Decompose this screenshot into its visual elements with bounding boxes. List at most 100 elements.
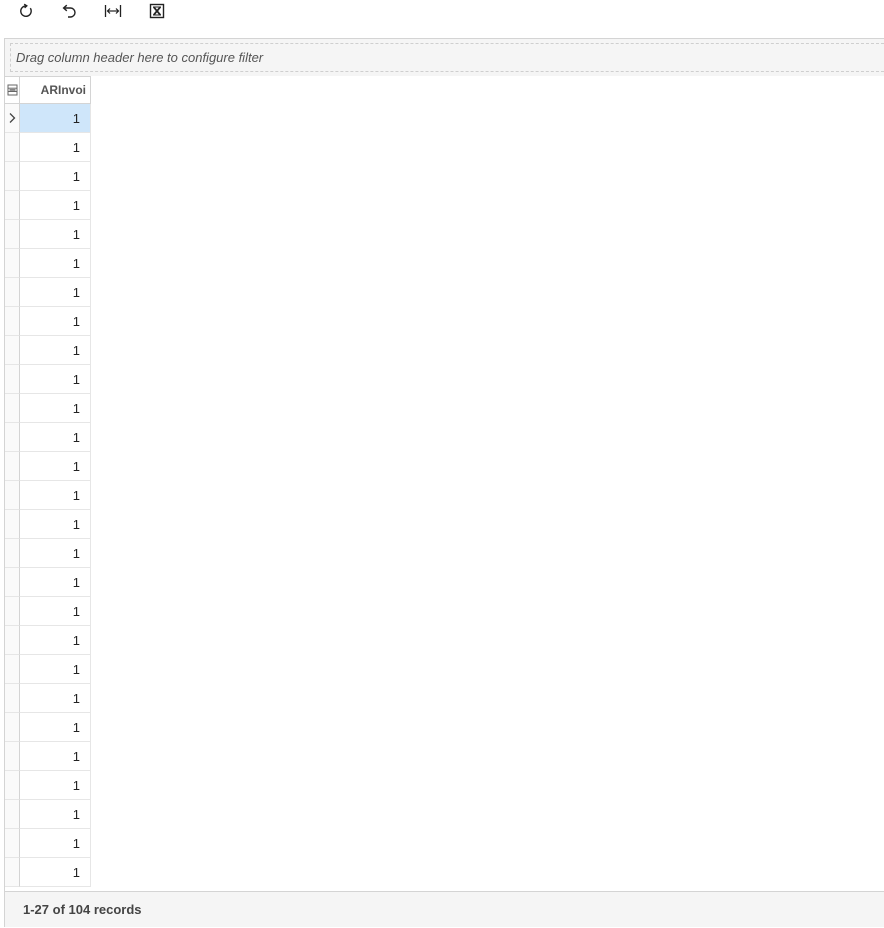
table-row[interactable]: 1 bbox=[5, 829, 91, 858]
table-cell[interactable]: 1 bbox=[20, 307, 91, 336]
row-selector[interactable] bbox=[5, 307, 20, 336]
table-row[interactable]: 1 bbox=[5, 104, 91, 133]
row-selector[interactable] bbox=[5, 365, 20, 394]
grid-footer: 1-27 of 104 records bbox=[4, 891, 884, 927]
table-cell[interactable]: 1 bbox=[20, 104, 91, 133]
table-row[interactable]: 1 bbox=[5, 133, 91, 162]
table-row[interactable]: 1 bbox=[5, 220, 91, 249]
row-selector[interactable] bbox=[5, 858, 20, 887]
table-row[interactable]: 1 bbox=[5, 481, 91, 510]
row-selector[interactable] bbox=[5, 626, 20, 655]
toolbar bbox=[0, 0, 884, 26]
chevron-right-icon bbox=[9, 113, 16, 123]
table-cell[interactable]: 1 bbox=[20, 365, 91, 394]
table-row[interactable]: 1 bbox=[5, 307, 91, 336]
table-cell[interactable]: 1 bbox=[20, 423, 91, 452]
row-selector[interactable] bbox=[5, 481, 20, 510]
row-selector[interactable] bbox=[5, 742, 20, 771]
table-cell[interactable]: 1 bbox=[20, 336, 91, 365]
row-selector[interactable] bbox=[5, 394, 20, 423]
table-row[interactable]: 1 bbox=[5, 742, 91, 771]
table-row[interactable]: 1 bbox=[5, 713, 91, 742]
table-cell[interactable]: 1 bbox=[20, 655, 91, 684]
row-selector[interactable] bbox=[5, 452, 20, 481]
table-row[interactable]: 1 bbox=[5, 858, 91, 887]
table-row[interactable]: 1 bbox=[5, 191, 91, 220]
row-selector[interactable] bbox=[5, 713, 20, 742]
table-row[interactable]: 1 bbox=[5, 510, 91, 539]
refresh-icon bbox=[20, 3, 32, 17]
column-chooser-button[interactable] bbox=[5, 77, 20, 103]
table-row[interactable]: 1 bbox=[5, 568, 91, 597]
undo-button[interactable] bbox=[58, 0, 80, 22]
table-cell[interactable]: 1 bbox=[20, 829, 91, 858]
table-row[interactable]: 1 bbox=[5, 626, 91, 655]
grid-header-row: ARInvoi bbox=[5, 76, 91, 104]
table-cell[interactable]: 1 bbox=[20, 162, 91, 191]
table-cell[interactable]: 1 bbox=[20, 684, 91, 713]
table-row[interactable]: 1 bbox=[5, 771, 91, 800]
table-row[interactable]: 1 bbox=[5, 394, 91, 423]
filter-bar: Drag column header here to configure fil… bbox=[4, 38, 884, 76]
table-row[interactable]: 1 bbox=[5, 655, 91, 684]
column-chooser-icon bbox=[7, 84, 17, 96]
excel-export-icon bbox=[149, 3, 165, 19]
row-selector[interactable] bbox=[5, 133, 20, 162]
table-cell[interactable]: 1 bbox=[20, 742, 91, 771]
table-row[interactable]: 1 bbox=[5, 278, 91, 307]
table-row[interactable]: 1 bbox=[5, 597, 91, 626]
row-selector[interactable] bbox=[5, 191, 20, 220]
table-row[interactable]: 1 bbox=[5, 423, 91, 452]
row-selector[interactable] bbox=[5, 655, 20, 684]
table-cell[interactable]: 1 bbox=[20, 133, 91, 162]
grid-body: 111111111111111111111111111 bbox=[5, 104, 91, 887]
table-cell[interactable]: 1 bbox=[20, 626, 91, 655]
table-cell[interactable]: 1 bbox=[20, 539, 91, 568]
table-cell[interactable]: 1 bbox=[20, 249, 91, 278]
table-cell[interactable]: 1 bbox=[20, 568, 91, 597]
table-row[interactable]: 1 bbox=[5, 539, 91, 568]
row-selector[interactable] bbox=[5, 162, 20, 191]
table-row[interactable]: 1 bbox=[5, 249, 91, 278]
row-selector[interactable] bbox=[5, 423, 20, 452]
table-cell[interactable]: 1 bbox=[20, 510, 91, 539]
table-row[interactable]: 1 bbox=[5, 800, 91, 829]
export-excel-button[interactable] bbox=[146, 0, 168, 22]
filter-drop-zone[interactable]: Drag column header here to configure fil… bbox=[10, 43, 884, 72]
row-selector[interactable] bbox=[5, 278, 20, 307]
table-cell[interactable]: 1 bbox=[20, 800, 91, 829]
table-cell[interactable]: 1 bbox=[20, 713, 91, 742]
fit-columns-button[interactable] bbox=[102, 0, 124, 22]
undo-icon bbox=[62, 4, 76, 18]
row-selector[interactable] bbox=[5, 829, 20, 858]
table-row[interactable]: 1 bbox=[5, 365, 91, 394]
table-cell[interactable]: 1 bbox=[20, 452, 91, 481]
row-selector[interactable] bbox=[5, 336, 20, 365]
table-cell[interactable]: 1 bbox=[20, 597, 91, 626]
table-row[interactable]: 1 bbox=[5, 336, 91, 365]
table-cell[interactable]: 1 bbox=[20, 191, 91, 220]
row-selector[interactable] bbox=[5, 220, 20, 249]
row-selector[interactable] bbox=[5, 800, 20, 829]
table-cell[interactable]: 1 bbox=[20, 771, 91, 800]
table-row[interactable]: 1 bbox=[5, 684, 91, 713]
fit-columns-icon bbox=[104, 5, 122, 17]
column-header-arinvoi[interactable]: ARInvoi bbox=[20, 77, 91, 103]
row-selector[interactable] bbox=[5, 597, 20, 626]
table-cell[interactable]: 1 bbox=[20, 481, 91, 510]
row-selector[interactable] bbox=[5, 539, 20, 568]
row-selector[interactable] bbox=[5, 771, 20, 800]
table-cell[interactable]: 1 bbox=[20, 220, 91, 249]
table-cell[interactable]: 1 bbox=[20, 394, 91, 423]
row-selector[interactable] bbox=[5, 568, 20, 597]
table-cell[interactable]: 1 bbox=[20, 858, 91, 887]
row-selector[interactable] bbox=[5, 510, 20, 539]
table-row[interactable]: 1 bbox=[5, 452, 91, 481]
record-count: 1-27 of 104 records bbox=[23, 902, 142, 917]
row-selector[interactable] bbox=[5, 684, 20, 713]
table-row[interactable]: 1 bbox=[5, 162, 91, 191]
row-selector[interactable] bbox=[5, 104, 20, 133]
refresh-button[interactable] bbox=[15, 0, 37, 22]
table-cell[interactable]: 1 bbox=[20, 278, 91, 307]
row-selector[interactable] bbox=[5, 249, 20, 278]
